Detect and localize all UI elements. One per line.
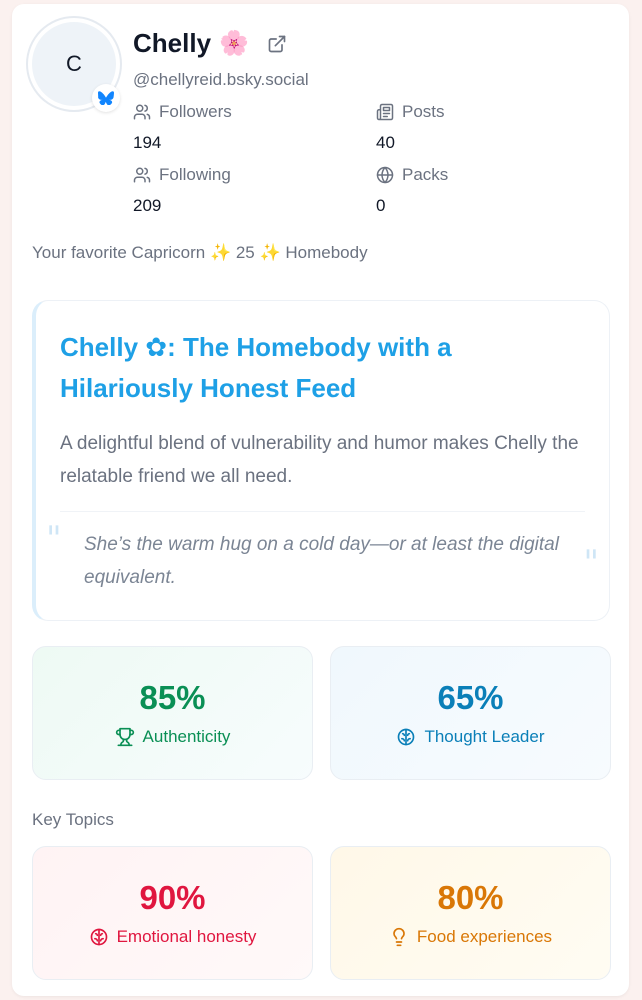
brain-icon	[90, 928, 107, 946]
stat-packs-label[interactable]: Packs	[376, 165, 448, 185]
topic-food-experiences: 80% Food experiences	[330, 846, 611, 980]
lightbulb-icon	[393, 927, 405, 947]
topic-value: 80%	[437, 879, 504, 916]
stat-following-label[interactable]: Following	[133, 165, 231, 185]
metric-value: 65%	[437, 679, 504, 716]
topic-label: Emotional honesty	[116, 927, 257, 946]
quote-close-icon: "	[583, 543, 599, 583]
summary-title: Chelly ✿: The Homebody with a Hilariousl…	[60, 332, 452, 403]
users-icon	[133, 167, 151, 183]
stat-followers-label[interactable]: Followers	[133, 102, 232, 122]
bluesky-badge-icon	[92, 84, 120, 112]
trophy-icon	[115, 727, 134, 747]
topic-label: Food experiences	[416, 927, 553, 946]
key-topics-heading: Key Topics	[32, 810, 114, 829]
profile-handle[interactable]: @chellyreid.bsky.social	[133, 70, 309, 90]
quote-open-icon: "	[46, 519, 62, 559]
flower-emoji: 🌸	[219, 30, 249, 57]
globe-icon	[376, 166, 394, 184]
metric-label: Authenticity	[142, 727, 231, 746]
avatar-initial: C	[66, 51, 82, 76]
stat-followers-value: 194	[133, 133, 162, 152]
profile-bio: Your favorite Capricorn ✨ 25 ✨ Homebody	[32, 243, 368, 262]
topic-emotional-honesty: 90% Emotional honesty	[32, 846, 313, 980]
users-icon	[133, 104, 151, 120]
external-link-icon[interactable]	[267, 34, 287, 59]
newspaper-icon	[376, 103, 394, 121]
summary-description: A delightful blend of vulnerability and …	[60, 433, 579, 487]
brain-icon	[398, 728, 415, 746]
stat-following-value: 209	[133, 196, 162, 215]
stat-posts-value: 40	[376, 133, 395, 152]
metric-value: 85%	[139, 679, 206, 716]
clover-icon: ✿	[145, 332, 168, 362]
metric-label: Thought Leader	[424, 727, 545, 746]
summary-card: Chelly ✿: The Homebody with a Hilariousl…	[32, 300, 610, 621]
profile-name-text: Chelly	[133, 28, 212, 58]
profile-name: Chelly 🌸	[133, 28, 249, 59]
stat-posts-label[interactable]: Posts	[376, 102, 445, 122]
stat-packs-value: 0	[376, 196, 386, 215]
metric-thought-leader: 65% Thought Leader	[330, 646, 611, 780]
metric-authenticity: 85% Authenticity	[32, 646, 313, 780]
summary-quote: She’s the warm hug on a cold day—or at l…	[84, 534, 559, 588]
divider	[60, 511, 585, 512]
profile-card: C Chelly 🌸 @chellyreid.bsky.social Follo…	[12, 4, 629, 996]
topic-value: 90%	[139, 879, 206, 916]
